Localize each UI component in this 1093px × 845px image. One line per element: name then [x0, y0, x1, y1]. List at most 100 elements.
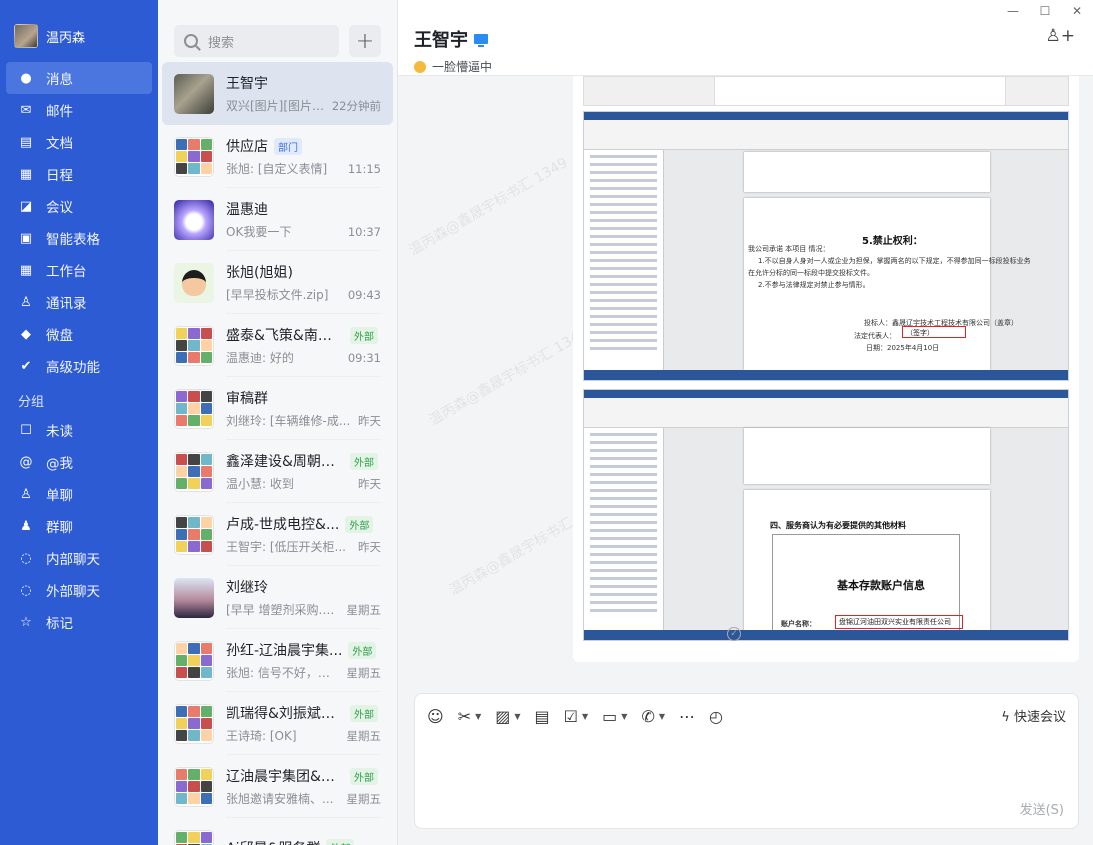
doc-legal-rep: 法定代表人：: [854, 332, 896, 340]
nav-item-5[interactable]: ▣ 智能表格: [6, 222, 152, 254]
screenshot-button[interactable]: ✂ ▼: [458, 707, 482, 726]
conversation-item[interactable]: 孙红-辽油晨宇集... 外部 张旭: 信号不好，总... 星期五: [162, 629, 393, 692]
group-section-title: 分组: [18, 395, 45, 410]
conversation-item[interactable]: 辽油晨宇集团&孙... 外部 张旭邀请安雅楠、... 星期五: [162, 755, 393, 818]
conversation-body: 刘继玲 [早早 增塑剂采购.d... 星期五: [226, 577, 393, 618]
conversation-avatar[interactable]: [174, 829, 214, 845]
conversation-item[interactable]: 刘继玲 [早早 增塑剂采购.d... 星期五: [162, 566, 393, 629]
conversation-body: 王智宇 双兴[图片][图片]... 22分钟前: [226, 73, 393, 114]
chevron-down-icon[interactable]: ▼: [621, 712, 627, 721]
conversation-item[interactable]: 卢成-世成电控&... 外部 王智宇: [低压开关柜... 昨天: [162, 503, 393, 566]
emoji-button[interactable]: ☺: [427, 707, 444, 726]
conversation-name: 凯瑞得&刘振斌&...: [226, 706, 344, 722]
doc-line: 在允许分标的同一标段中提交投标文件。: [748, 269, 874, 277]
conversation-item[interactable]: 鑫泽建设&周朝东... 外部 温小慧: 收到 昨天: [162, 440, 393, 503]
chat-bubble-icon: ●: [20, 70, 32, 86]
nav-item-0[interactable]: ● 消息: [6, 62, 152, 94]
watermark: 温丙森@鑫晟宇标书汇 1349: [406, 154, 571, 259]
nav-item-5[interactable]: ◌ 外部聊天: [6, 574, 152, 606]
conversation-avatar[interactable]: [174, 577, 214, 618]
document-screenshot-1[interactable]: 5.禁止权利： 我公司承诺 本项目 情况： 1.不以自身人身对一人或企业为担保，…: [583, 111, 1069, 381]
search-row: 搜索 +: [158, 0, 397, 62]
nav-item-label: 日程: [46, 168, 73, 184]
conversation-item[interactable]: 张旭(旭姐) [早早投标文件.zip] 09:43: [162, 251, 393, 314]
message-area: 温丙森@鑫晟宇标书汇 1349 温丙森@鑫晟宇标书汇 1349 温丙森@鑫晟宇标…: [398, 76, 1093, 676]
peer-name[interactable]: 王智宇: [414, 26, 468, 52]
conversation-avatar[interactable]: [174, 640, 214, 681]
conversation-item[interactable]: 审稿群 刘继玲: [车辆维修-成... 昨天: [162, 377, 393, 440]
nav-item-1[interactable]: @ @我: [6, 446, 152, 478]
nav-item-4[interactable]: ◌ 内部聊天: [6, 542, 152, 574]
message-composer[interactable]: ☺ ✂ ▼ ▨ ▼ ▤ ☑ ▼ ▭ ▼ ✆ ▼ ⋯ ◴ ϟ 快速会议 发送(S): [414, 693, 1079, 829]
conversation-item[interactable]: 王智宇 双兴[图片][图片]... 22分钟前: [162, 62, 393, 125]
minimize-icon[interactable]: —: [997, 2, 1029, 20]
conversation-preview-row: OK我要一下 10:37: [226, 223, 381, 240]
conversation-item[interactable]: 供应店 部门 张旭: [自定义表情] 11:15: [162, 125, 393, 188]
conversation-avatar[interactable]: [174, 766, 214, 807]
conversation-item[interactable]: 温惠迪 OK我要一下 10:37: [162, 188, 393, 251]
conversation-avatar[interactable]: [174, 136, 214, 177]
conversation-name: 王智宇: [226, 76, 268, 92]
search-input[interactable]: 搜索: [174, 25, 339, 57]
close-icon[interactable]: ✕: [1061, 2, 1093, 20]
nav-item-7[interactable]: ♙ 通讯录: [6, 286, 152, 318]
call-button[interactable]: ✆ ▼: [641, 707, 665, 726]
add-member-icon[interactable]: ♙+: [1046, 26, 1075, 46]
conversation-avatar[interactable]: [174, 325, 214, 366]
conversation-avatar[interactable]: [174, 514, 214, 555]
nav-item-0[interactable]: ☐ 未读: [6, 414, 152, 446]
conversation-avatar[interactable]: [174, 388, 214, 429]
more-button[interactable]: ⋯: [679, 707, 695, 726]
chevron-down-icon[interactable]: ▼: [475, 712, 481, 721]
maximize-icon[interactable]: ☐: [1029, 2, 1061, 20]
todo-button[interactable]: ☑ ▼: [564, 707, 589, 726]
nav-item-8[interactable]: ◆ 微盘: [6, 318, 152, 350]
conversation-time: 昨天: [358, 413, 381, 428]
nav-item-2[interactable]: ▤ 文档: [6, 126, 152, 158]
conversation-avatar[interactable]: [174, 703, 214, 744]
conversation-item[interactable]: Ai邱晨&服务群外部: [162, 818, 393, 845]
nav-item-4[interactable]: ◪ 会议: [6, 190, 152, 222]
conversation-name: Ai邱晨&服务群: [226, 838, 320, 845]
conversation-preview: 王诗琦: [OK]: [226, 729, 297, 743]
add-button[interactable]: +: [349, 25, 381, 57]
chevron-down-icon[interactable]: ▼: [582, 712, 588, 721]
doc-button[interactable]: ▤: [535, 707, 550, 726]
conversation-list-panel: 搜索 + 王智宇 双兴[图片][图片]... 22分钟前供应店 部门 张旭: [自定义表…: [158, 0, 398, 845]
reminder-button[interactable]: ◴: [709, 707, 723, 726]
conversation-item[interactable]: 盛泰&飞策&南君... 外部 温惠迪: 好的 09:31: [162, 314, 393, 377]
smile-icon: ☺: [427, 706, 444, 726]
quick-meeting-button[interactable]: ϟ 快速会议: [1001, 706, 1066, 725]
conversation-avatar[interactable]: [174, 451, 214, 492]
send-button[interactable]: 发送(S): [1020, 799, 1064, 818]
nav-item-3[interactable]: ♟ 群聊: [6, 510, 152, 542]
external-badge: 外部: [326, 839, 355, 845]
doc-date: 日期：2025年4月10日: [866, 344, 940, 352]
nav-menu: ● 消息 ✉ 邮件 ▤ 文档 ▦ 日程 ◪ 会议 ▣ 智能表格 ▦ 工作台 ♙ 通讯录 ◆ 微盘 ✔ 高级功能: [0, 62, 158, 382]
conversation-title-row: 温惠迪: [226, 199, 381, 219]
nav-item-6[interactable]: ▦ 工作台: [6, 254, 152, 286]
conversation-time: 10:37: [347, 224, 381, 239]
chevron-down-icon[interactable]: ▼: [659, 712, 665, 721]
user-avatar[interactable]: [14, 24, 38, 48]
conversation-preview: 温惠迪: 好的: [226, 351, 294, 365]
user-profile[interactable]: 温丙森: [0, 14, 158, 58]
document-screenshot-2[interactable]: 四、服务商认为有必要提供的其他材料 基本存款账户信息 账户名称： 盘锦辽河油田双…: [583, 389, 1069, 641]
nav-item-6[interactable]: ☆ 标记: [6, 606, 152, 638]
nav-item-9[interactable]: ✔ 高级功能: [6, 350, 152, 382]
conversation-preview-row: 王诗琦: [OK] 星期五: [226, 727, 381, 744]
nav-item-1[interactable]: ✉ 邮件: [6, 94, 152, 126]
conversation-avatar[interactable]: [174, 73, 214, 114]
conversation-avatar[interactable]: [174, 199, 214, 240]
conversation-item[interactable]: 凯瑞得&刘振斌&... 外部 王诗琦: [OK] 星期五: [162, 692, 393, 755]
conversation-preview-row: 张旭: [自定义表情] 11:15: [226, 160, 381, 177]
conversation-avatar[interactable]: [174, 262, 214, 303]
user-name: 温丙森: [46, 30, 86, 46]
image-message[interactable]: 5.禁止权利： 我公司承诺 本项目 情况： 1.不以自身人身对一人或企业为担保，…: [573, 76, 1079, 662]
image-button[interactable]: ▨ ▼: [495, 707, 520, 726]
folder-button[interactable]: ▭ ▼: [602, 707, 627, 726]
nav-item-3[interactable]: ▦ 日程: [6, 158, 152, 190]
chevron-down-icon[interactable]: ▼: [514, 712, 520, 721]
nav-item-2[interactable]: ♙ 单聊: [6, 478, 152, 510]
doc-page: [744, 428, 990, 484]
